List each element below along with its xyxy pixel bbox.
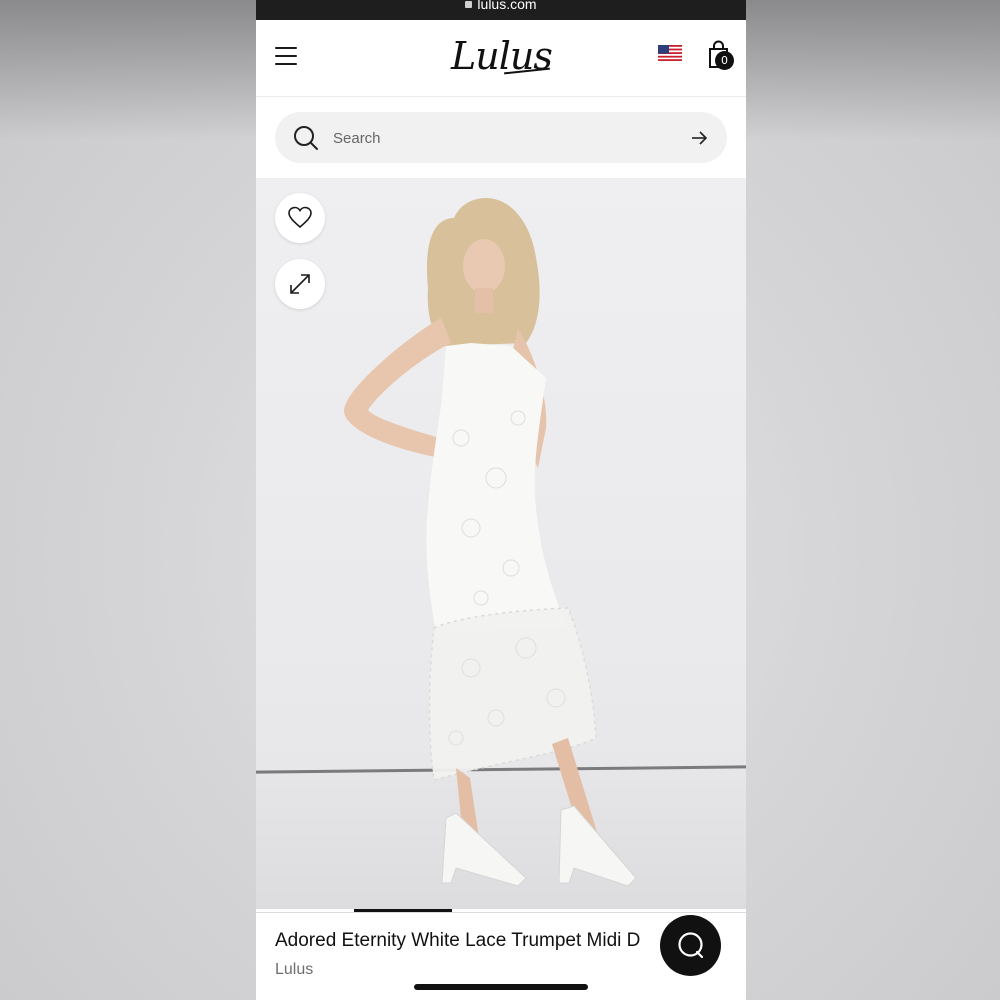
hamburger-menu-icon[interactable] — [275, 47, 297, 65]
product-image[interactable] — [256, 178, 746, 913]
search-icon — [294, 126, 318, 150]
browser-url-bar[interactable]: lulus.com — [256, 0, 746, 20]
expand-icon — [290, 274, 310, 294]
search-section — [256, 97, 746, 178]
gallery-progress-track — [256, 909, 746, 912]
search-input[interactable] — [333, 126, 663, 150]
favorite-button[interactable] — [275, 193, 325, 243]
home-indicator[interactable] — [414, 984, 588, 990]
expand-image-button[interactable] — [275, 259, 325, 309]
us-flag-icon[interactable] — [658, 45, 682, 61]
gallery-progress-indicator — [354, 909, 452, 912]
site-header: Lulus 0 — [256, 20, 746, 97]
url-text: lulus.com — [477, 0, 537, 12]
cart-count-badge: 0 — [715, 51, 734, 70]
mobile-screen: lulus.com Lulus 0 Search Adored Eternity… — [256, 0, 746, 1000]
arrow-right-icon[interactable] — [689, 128, 709, 148]
search-bar[interactable] — [275, 112, 727, 163]
product-brand[interactable]: Lulus — [275, 961, 313, 979]
lock-icon — [465, 1, 473, 8]
heart-icon — [288, 206, 312, 229]
chat-button[interactable] — [660, 915, 721, 976]
brand-logo[interactable]: Lulus — [451, 32, 553, 80]
model-in-white-lace-dress — [343, 198, 637, 887]
chat-bubble-icon — [678, 932, 704, 959]
